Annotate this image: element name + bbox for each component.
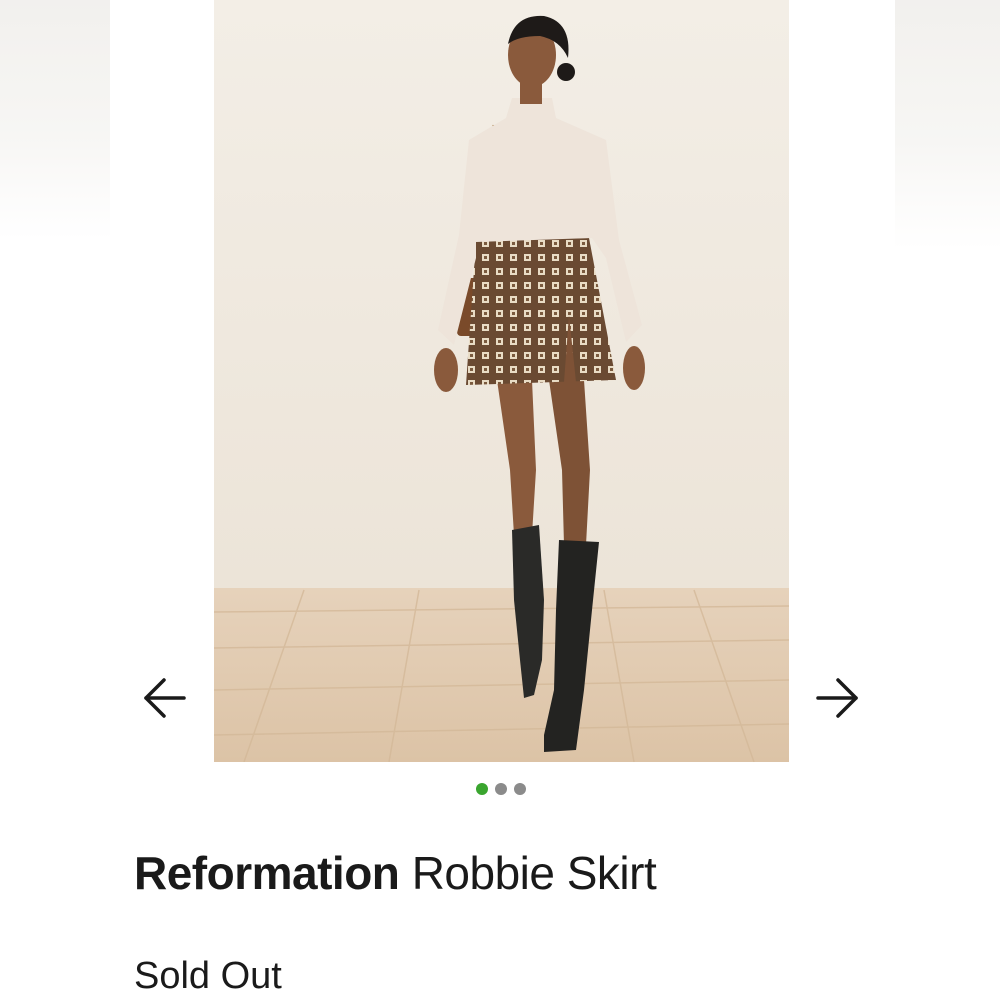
carousel-dot-3[interactable]: [514, 783, 526, 795]
carousel-dot-2[interactable]: [495, 783, 507, 795]
next-image-peek: [895, 0, 1000, 250]
product-name: Robbie Skirt: [411, 847, 657, 899]
product-photo-illustration: [214, 0, 789, 762]
availability-status: Sold Out: [134, 955, 282, 997]
carousel-indicator: [476, 783, 526, 795]
previous-image-peek: [0, 0, 110, 240]
carousel-dot-1[interactable]: [476, 783, 488, 795]
arrow-left-icon: [144, 678, 186, 718]
product-title: Reformation Robbie Skirt: [134, 846, 657, 900]
product-brand[interactable]: Reformation: [134, 847, 400, 899]
arrow-right-icon: [816, 678, 858, 718]
product-page: Reformation Robbie Skirt Sold Out: [0, 0, 1000, 1000]
previous-image-button[interactable]: [138, 672, 190, 724]
product-image[interactable]: [214, 0, 789, 762]
next-image-button[interactable]: [812, 672, 864, 724]
